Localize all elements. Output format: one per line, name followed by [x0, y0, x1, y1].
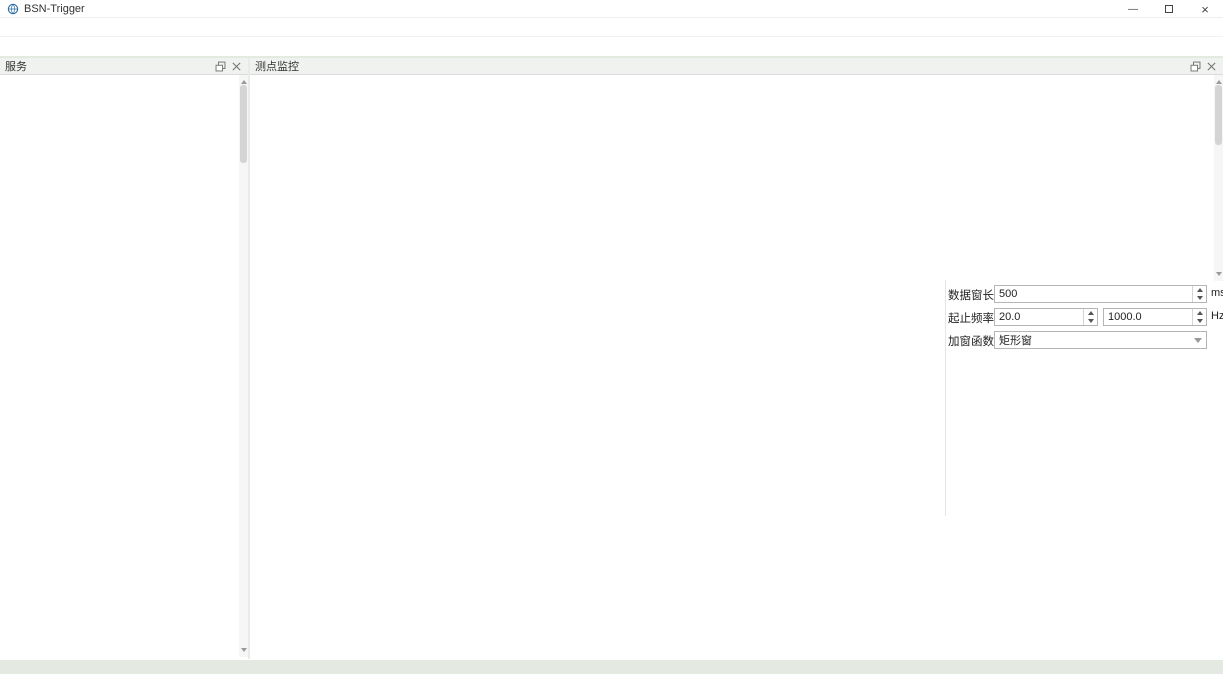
window-length-unit: ms [1211, 287, 1223, 299]
services-panel: 服务 [0, 58, 248, 659]
close-button[interactable]: × [1187, 0, 1223, 18]
table-scrollbar-thumb[interactable] [1215, 85, 1222, 145]
window-title: BSN-Trigger [24, 3, 85, 15]
app-logo-icon [7, 3, 19, 15]
freq-from-value: 20.0 [995, 311, 1083, 323]
maximize-icon [1165, 5, 1173, 13]
window-fn-value: 矩形窗 [995, 332, 1190, 348]
window-fn-select[interactable]: 矩形窗 [994, 331, 1207, 349]
float-panel-button[interactable] [1189, 60, 1202, 73]
close-panel-button[interactable] [230, 60, 243, 73]
close-panel-button[interactable] [1205, 60, 1218, 73]
table-scrollbar[interactable] [1214, 75, 1223, 281]
freq-range-label: 起止频率 [948, 310, 994, 326]
freq-to-value: 1000.0 [1104, 311, 1192, 323]
bottom-tab-bar [250, 637, 255, 659]
window-length-label: 数据窗长 [948, 287, 994, 303]
freq-unit: Hz [1211, 310, 1223, 322]
window-fn-label: 加窗函数 [948, 333, 994, 349]
spectrum-chart [250, 398, 945, 516]
tree-scrollbar[interactable] [239, 75, 248, 657]
services-tree [0, 75, 239, 657]
window-length-value: 500 [995, 288, 1192, 300]
scroll-down-icon[interactable] [1216, 272, 1222, 279]
scroll-down-icon[interactable] [241, 648, 247, 655]
taskbar-strip [0, 660, 1223, 674]
chart-splitter[interactable] [945, 280, 946, 516]
menu-bar [0, 18, 1223, 37]
freq-to-input[interactable]: 1000.0 [1103, 308, 1207, 326]
float-panel-button[interactable] [214, 60, 227, 73]
services-panel-header: 服务 [0, 58, 248, 75]
title-bar: BSN-Trigger — × [0, 0, 1223, 18]
monitor-panel-title: 测点监控 [255, 58, 299, 74]
point-monitor-panel: 测点监控 数据窗长 500 ms 起止频率 20.0 1000.0 Hz 加窗函… [250, 58, 1223, 659]
window-length-input[interactable]: 500 [994, 285, 1207, 303]
tree-scrollbar-thumb[interactable] [240, 85, 247, 163]
spinner-arrows-icon[interactable] [1083, 309, 1097, 325]
monitor-panel-header: 测点监控 [250, 58, 1223, 75]
scroll-up-icon[interactable] [241, 77, 247, 84]
freq-from-input[interactable]: 20.0 [994, 308, 1098, 326]
maximize-button[interactable] [1151, 0, 1187, 18]
spinner-arrows-icon[interactable] [1192, 309, 1206, 325]
window-controls: — × [1115, 0, 1223, 18]
waveform-chart [250, 280, 945, 400]
toolbar [0, 37, 1223, 58]
chevron-down-icon [1190, 334, 1206, 347]
services-panel-title: 服务 [5, 58, 27, 74]
minimize-button[interactable]: — [1115, 0, 1151, 18]
spinner-arrows-icon[interactable] [1192, 286, 1206, 302]
scroll-up-icon[interactable] [1216, 77, 1222, 84]
